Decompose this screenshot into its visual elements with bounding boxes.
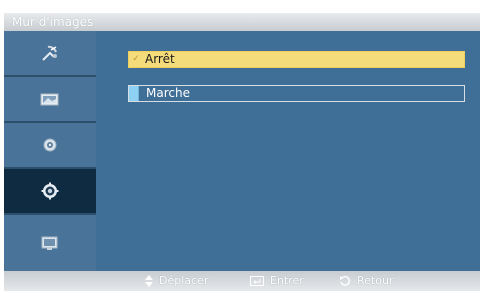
antenna-icon — [40, 44, 60, 62]
sidebar-item-multi-screen[interactable] — [4, 215, 96, 271]
check-icon: ✓ — [132, 54, 140, 64]
hint-return: Retour — [339, 271, 393, 291]
category-sidebar — [4, 31, 96, 271]
options-panel: ✓ Arrêt Marche — [96, 31, 480, 271]
option-off-label: Arrêt — [145, 52, 175, 66]
picture-icon — [39, 91, 61, 107]
sidebar-item-setup[interactable] — [4, 169, 96, 215]
hint-enter: Entrer — [250, 271, 304, 291]
sound-icon — [42, 137, 58, 153]
return-icon — [339, 275, 351, 287]
multi-screen-icon — [39, 234, 61, 252]
up-down-arrows-icon — [145, 275, 153, 287]
menu-frame: ✓ Arrêt Marche — [4, 31, 480, 271]
sidebar-item-picture[interactable] — [4, 77, 96, 123]
option-on[interactable]: Marche — [128, 85, 465, 102]
hint-enter-label: Entrer — [270, 274, 304, 287]
hint-return-label: Retour — [357, 274, 394, 287]
setup-icon — [40, 181, 60, 201]
sidebar-item-sound[interactable] — [4, 123, 96, 169]
key-hints-bar: Déplacer Entrer Retour — [4, 271, 480, 291]
option-off[interactable]: ✓ Arrêt — [128, 51, 465, 68]
enter-icon — [250, 276, 264, 286]
osd-menu: Mur d'images ✓ Arrêt Marche Déplacer Ent… — [0, 0, 486, 300]
option-indicator — [129, 86, 139, 101]
option-on-label: Marche — [146, 86, 190, 100]
hint-move-label: Déplacer — [159, 274, 209, 287]
menu-title: Mur d'images — [4, 13, 480, 31]
hint-move: Déplacer — [145, 271, 208, 291]
sidebar-item-input[interactable] — [4, 31, 96, 77]
